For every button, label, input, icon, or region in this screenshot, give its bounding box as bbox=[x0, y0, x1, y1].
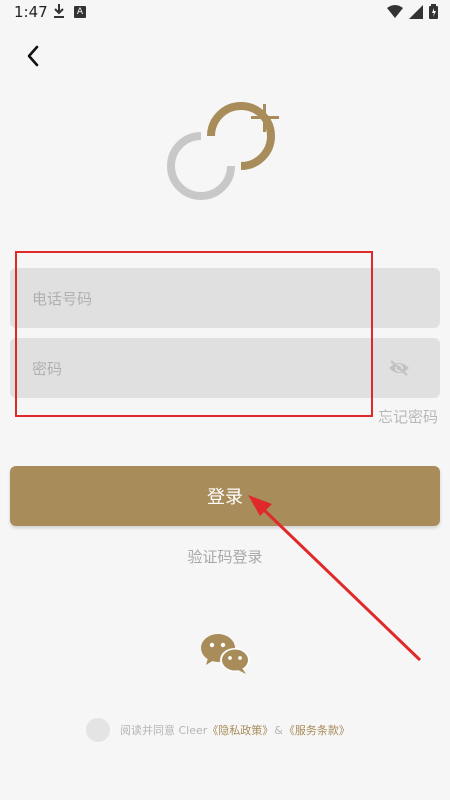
agreement-ampersand: & bbox=[274, 723, 283, 737]
a-app-icon: A bbox=[74, 6, 86, 18]
password-field-container bbox=[10, 338, 440, 400]
forgot-password-link[interactable]: 忘记密码 bbox=[378, 406, 438, 427]
status-time: 1:47 bbox=[14, 3, 48, 21]
password-input[interactable] bbox=[30, 338, 374, 400]
cleer-logo bbox=[165, 100, 285, 200]
agreement-text: 阅读并同意 Cleer bbox=[120, 724, 208, 737]
chevron-left-icon bbox=[27, 45, 39, 67]
login-button[interactable]: 登录 bbox=[10, 466, 440, 526]
wechat-login-button[interactable] bbox=[200, 632, 252, 676]
agreement-row: 阅读并同意 Cleer 《隐私政策》 & 《服务条款》 bbox=[86, 718, 350, 742]
show-password-toggle[interactable] bbox=[388, 358, 410, 378]
wechat-icon bbox=[201, 634, 250, 674]
system-icons bbox=[387, 4, 438, 19]
phone-input[interactable] bbox=[30, 268, 374, 330]
agree-checkbox[interactable] bbox=[86, 718, 110, 742]
phone-field-container bbox=[10, 268, 440, 330]
privacy-policy-link[interactable]: 《隐私政策》 bbox=[207, 722, 273, 738]
status-bar: 1:47 A bbox=[0, 0, 450, 26]
back-button[interactable] bbox=[22, 44, 46, 68]
signal-icon bbox=[409, 4, 423, 19]
sms-login-link[interactable]: 验证码登录 bbox=[0, 546, 450, 567]
eye-icon bbox=[389, 360, 409, 376]
terms-of-service-link[interactable]: 《服务条款》 bbox=[284, 722, 350, 738]
wifi-icon bbox=[387, 4, 403, 18]
download-icon bbox=[52, 2, 66, 24]
battery-icon bbox=[429, 4, 438, 19]
